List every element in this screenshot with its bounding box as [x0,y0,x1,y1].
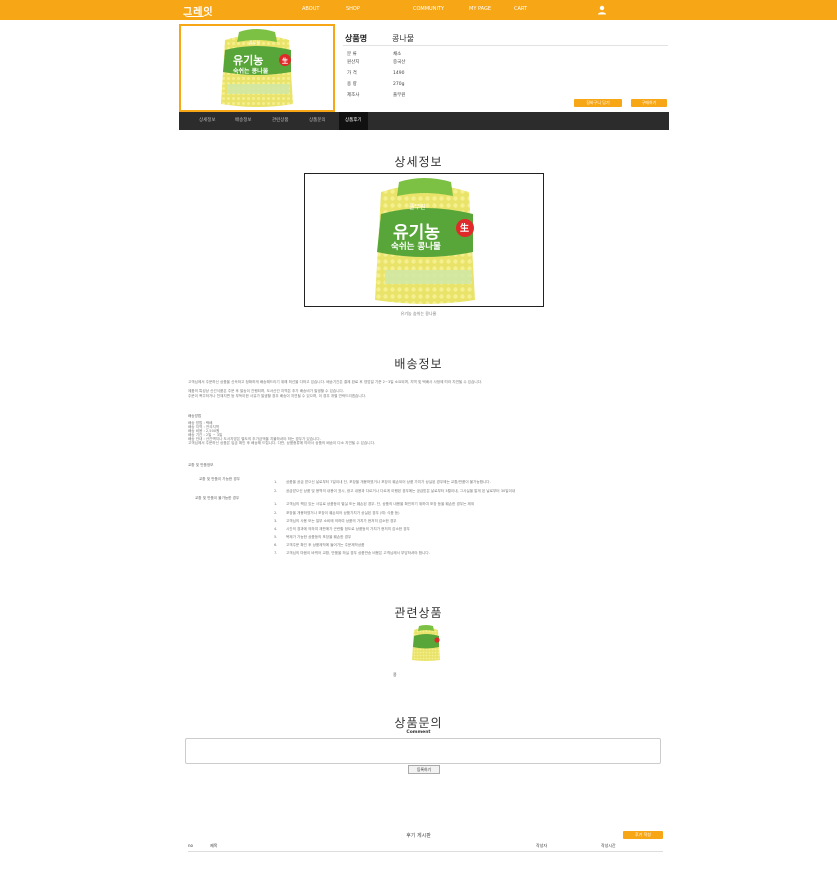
buy-now-button[interactable]: 구매하기 [631,99,667,107]
related-section-title: 관련상품 [394,606,443,620]
shipping-method-line-6: 고객님께서 주문하신 상품은 입금 확인 후 배송해 드립니다. 다만, 상품종… [188,441,376,445]
tab-related[interactable]: 관련상품 [272,112,289,130]
review-board-title: 후기 게시판 [406,833,431,839]
return-impossible-4: 4. 시간의 경과에 의하여 재판매가 곤란할 정도로 상품등의 가치가 현저히 … [274,527,410,531]
column-author: 작성자 [536,843,548,848]
return-impossible-3: 3. 고객님의 사용 또는 일부 소비에 의하여 상품의 가치가 현저히 감소한 … [274,519,397,523]
info-row-category: 분 류 채소 [347,52,402,57]
return-impossible-6: 6. 고객주문 확인 후 상품제작에 들어가는 주문제작상품 [274,543,365,547]
package-badge: 生 [282,58,289,65]
product-title: 콩나물 [392,34,415,43]
add-to-cart-button[interactable]: 장바구니 담기 [574,99,622,107]
related-package-graphic [412,625,440,661]
return-impossible-7: 7. 고객님의 마음이 바뀌어 교환, 반품을 하실 경우 상품반송 비용은 고객… [274,551,430,555]
package-subtitle: 숙쉬는 콩나물 [233,68,269,75]
nav-link-cart[interactable]: CART [514,6,527,12]
info-row-price: 가 격 1490 [347,71,405,76]
nav-link-shop[interactable]: SHOP [346,6,360,12]
return-impossible-5: 5. 복제가 가능한 상품등의 포장을 훼손한 경우 [274,535,352,539]
detail-section-title: 상세정보 [394,155,443,169]
column-date: 작성시간 [601,843,616,848]
tab-inquiry[interactable]: 상품문의 [309,112,326,130]
submit-comment-button[interactable]: 등록하기 [408,765,440,774]
column-no: no [188,843,193,848]
detail-package-subtitle: 숙쉬는 콩나물 [391,242,441,252]
return-impossible-label: 교환 및 반품이 불가능한 경우 [195,496,240,500]
product-image: 풀무원 유기농 숙쉬는 콩나물 生 [179,24,335,112]
title-divider [343,45,668,46]
inquiry-section-title: 상품문의 [394,716,443,730]
comment-label: Comment [406,730,431,735]
shipping-intro-3: 주문이 폭주하거나 천재지변 등 부득이한 사유가 발생할 경우 배송이 지연될… [188,394,367,398]
related-product-name[interactable]: 콩 [393,672,397,678]
package-brand: 풀무원 [249,40,261,45]
shipping-method-title: 배송방법 [188,414,202,418]
column-title: 제목 [210,843,218,848]
detail-caption: 유기농 숨쉬는 콩나물 [400,311,437,316]
write-review-button[interactable]: 후기 작성 [623,831,663,839]
detail-package-brand: 풀무원 [409,204,426,211]
review-board-divider [188,851,663,852]
nav-link-mypage[interactable]: MY PAGE [469,6,491,12]
info-row-maker: 제조사 풀무원 [347,93,406,98]
nav-link-community[interactable]: COMMUNITY [413,6,444,12]
tab-shipping[interactable]: 배송정보 [235,112,252,130]
product-tab-bar: 상세정보 배송정보 관련상품 상품문의 상품후기 [179,112,669,130]
related-product-image[interactable] [404,624,448,662]
review-board-header: no 제목 작성자 작성시간 [188,843,663,850]
shipping-section-title: 배송정보 [394,357,443,371]
info-row-volume: 용 량 270g [347,82,405,87]
nav-link-about[interactable]: ABOUT [302,6,319,12]
tab-review[interactable]: 상품후기 [339,112,368,130]
return-possible-label: 교환 및 반품이 가능한 경우 [199,477,240,481]
return-impossible-2: 2. 포장을 개봉하였거나 포장이 훼손되어 상품가치가 상실된 경우 (예: 식… [274,511,400,515]
shipping-intro-1: 고객님께서 주문하신 상품을 신속하고 정확하게 배송해드리기 위해 최선을 다… [188,380,483,384]
detail-package-badge: 生 [460,224,470,234]
info-row-origin: 원산지 중국산 [347,60,406,65]
user-icon[interactable] [597,5,607,15]
product-title-label: 상품명 [345,34,368,43]
detail-image: 풀무원 유기농 숙쉬는 콩나물 生 [304,173,544,307]
return-impossible-1: 1. 고객님의 책임 있는 사유로 상품등이 멸실 또는 훼손된 경우. 단, 상… [274,502,475,506]
logo-smile [184,13,206,17]
page: 그레잇 ABOUT SHOP COMMUNITY MY PAGE CART 풀무… [0,0,837,890]
return-info-title: 교환 및 반품정보 [188,463,214,467]
return-possible-2: 2. 공급받으신 상품 및 용역의 내용이 표시, 광고 내용과 다르거나 다르게… [274,489,516,493]
top-nav-bar: 그레잇 ABOUT SHOP COMMUNITY MY PAGE CART [0,0,837,20]
tab-detail[interactable]: 상세정보 [199,112,216,130]
return-possible-1: 1. 상품을 공급 받으신 날로부터 7일이내 단, 포장을 개봉하였거나 포장이… [274,480,491,484]
comment-input[interactable] [185,738,661,764]
